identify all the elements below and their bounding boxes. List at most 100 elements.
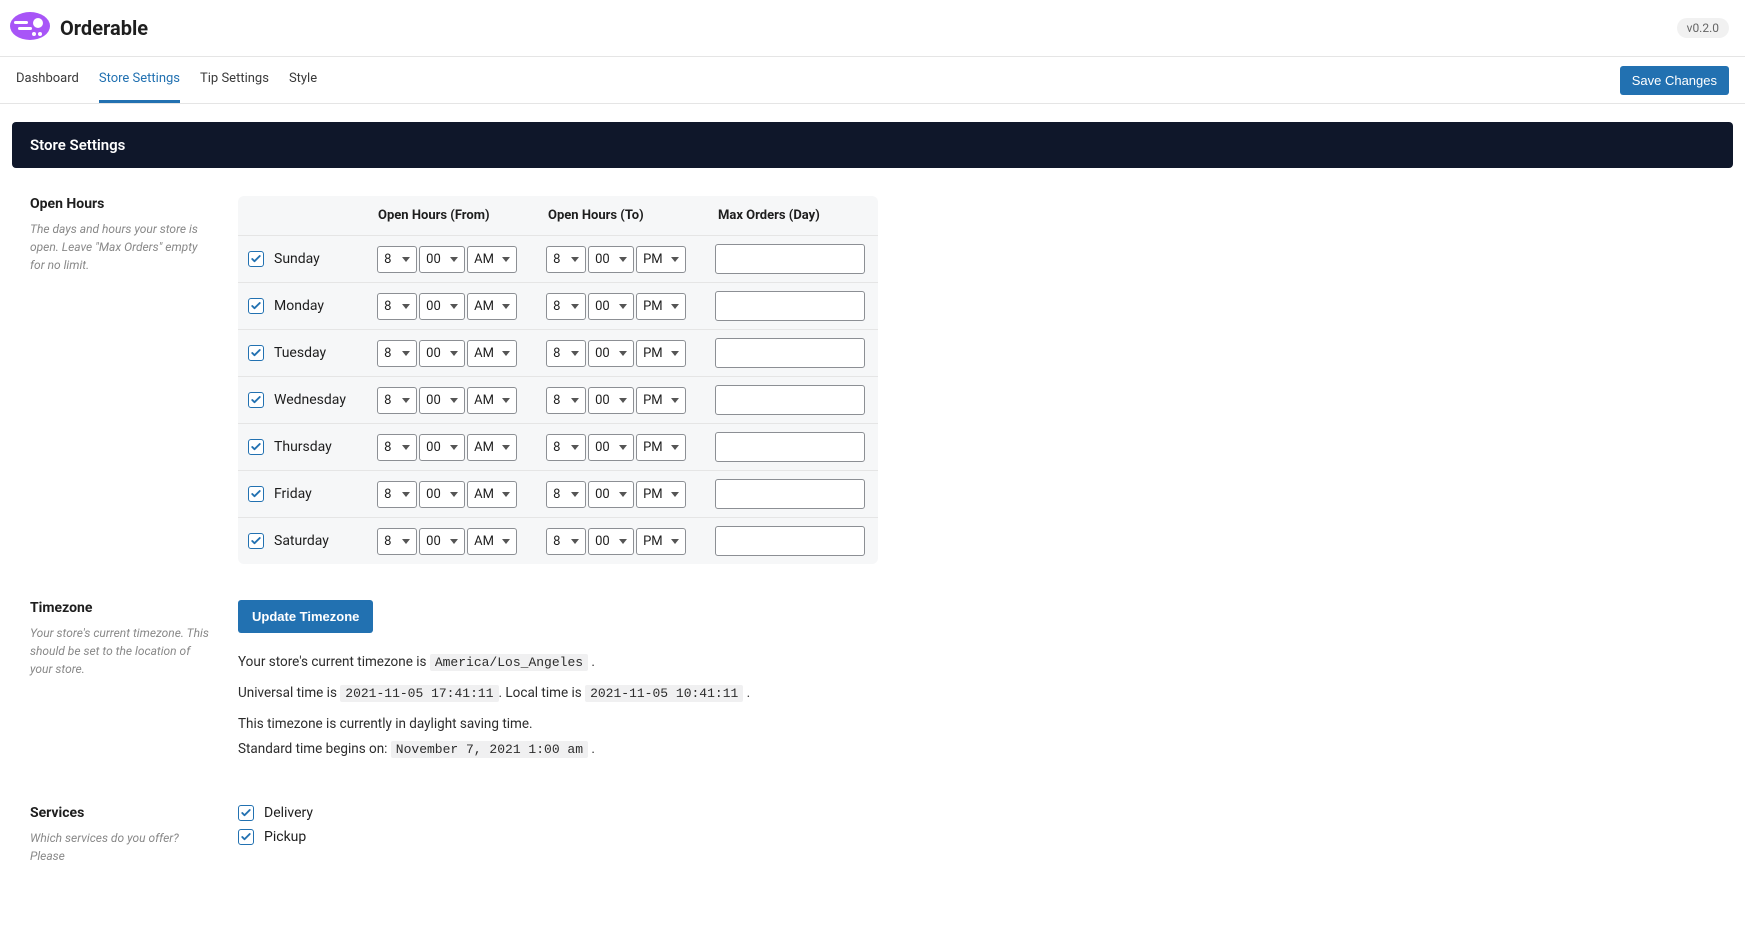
chevron-down-icon: [502, 539, 510, 544]
to-hour-select[interactable]: 8: [546, 481, 586, 508]
to-hour-select[interactable]: 8: [546, 528, 586, 555]
update-timezone-button[interactable]: Update Timezone: [238, 600, 373, 633]
from-minute-select[interactable]: 00: [419, 246, 465, 273]
from-cell: 800 AM: [377, 293, 546, 320]
to-period-select[interactable]: PM: [636, 481, 686, 508]
service-label: Pickup: [264, 829, 306, 845]
select-value: 00: [595, 440, 610, 455]
open-hours-body: Open Hours (From) Open Hours (To) Max Or…: [238, 196, 878, 564]
to-period-select[interactable]: PM: [636, 387, 686, 414]
day-enabled-checkbox[interactable]: [248, 251, 264, 267]
from-period-select[interactable]: AM: [467, 340, 517, 367]
from-hour-select[interactable]: 8: [377, 434, 417, 461]
max-cell: [715, 338, 868, 368]
max-orders-input[interactable]: [715, 432, 865, 462]
section-services: Services Which services do you offer? Pl…: [14, 805, 1731, 865]
max-orders-input[interactable]: [715, 291, 865, 321]
chevron-down-icon: [571, 445, 579, 450]
from-period-select[interactable]: AM: [467, 293, 517, 320]
to-minute-select[interactable]: 00: [588, 387, 634, 414]
service-label: Delivery: [264, 805, 313, 821]
service-checkbox[interactable]: [238, 805, 254, 821]
select-value: AM: [474, 534, 494, 549]
max-orders-input[interactable]: [715, 479, 865, 509]
to-period-select[interactable]: PM: [636, 434, 686, 461]
to-period-select[interactable]: PM: [636, 528, 686, 555]
from-minute-select[interactable]: 00: [419, 293, 465, 320]
from-minute-select[interactable]: 00: [419, 528, 465, 555]
day-label: Friday: [274, 486, 312, 502]
day-enabled-checkbox[interactable]: [248, 533, 264, 549]
chevron-down-icon: [502, 351, 510, 356]
select-value: 8: [384, 252, 391, 267]
service-option-row: Pickup: [238, 829, 878, 845]
to-period-select[interactable]: PM: [636, 340, 686, 367]
from-period-select[interactable]: AM: [467, 246, 517, 273]
top-bar: Orderable v0.2.0: [0, 0, 1745, 57]
chevron-down-icon: [571, 492, 579, 497]
max-orders-input[interactable]: [715, 244, 865, 274]
day-cell: Friday: [248, 486, 377, 502]
select-value: PM: [643, 487, 663, 502]
to-minute-select[interactable]: 00: [588, 246, 634, 273]
from-hour-select[interactable]: 8: [377, 340, 417, 367]
chevron-down-icon: [571, 304, 579, 309]
from-minute-select[interactable]: 00: [419, 387, 465, 414]
day-enabled-checkbox[interactable]: [248, 298, 264, 314]
chevron-down-icon: [619, 492, 627, 497]
day-enabled-checkbox[interactable]: [248, 439, 264, 455]
from-period-select[interactable]: AM: [467, 434, 517, 461]
to-hour-select[interactable]: 8: [546, 246, 586, 273]
day-cell: Saturday: [248, 533, 377, 549]
to-cell: 800PM: [546, 387, 715, 414]
day-enabled-checkbox[interactable]: [248, 345, 264, 361]
tab-store-settings[interactable]: Store Settings: [99, 57, 180, 103]
tab-tip-settings[interactable]: Tip Settings: [200, 57, 269, 103]
to-minute-select[interactable]: 00: [588, 528, 634, 555]
tab-style[interactable]: Style: [289, 57, 317, 103]
to-hour-select[interactable]: 8: [546, 434, 586, 461]
to-hour-select[interactable]: 8: [546, 293, 586, 320]
to-minute-select[interactable]: 00: [588, 434, 634, 461]
chevron-down-icon: [671, 492, 679, 497]
chevron-down-icon: [502, 445, 510, 450]
chevron-down-icon: [671, 304, 679, 309]
from-period-select[interactable]: AM: [467, 481, 517, 508]
from-period-select[interactable]: AM: [467, 528, 517, 555]
from-hour-select[interactable]: 8: [377, 481, 417, 508]
day-label: Wednesday: [274, 392, 346, 408]
to-minute-select[interactable]: 00: [588, 481, 634, 508]
day-enabled-checkbox[interactable]: [248, 392, 264, 408]
max-orders-input[interactable]: [715, 385, 865, 415]
from-hour-select[interactable]: 8: [377, 246, 417, 273]
to-period-select[interactable]: PM: [636, 246, 686, 273]
to-minute-select[interactable]: 00: [588, 293, 634, 320]
service-checkbox[interactable]: [238, 829, 254, 845]
select-value: 8: [553, 252, 560, 267]
from-period-select[interactable]: AM: [467, 387, 517, 414]
from-cell: 800AM: [377, 387, 546, 414]
section-label: Services Which services do you offer? Pl…: [14, 805, 214, 865]
to-cell: 800PM: [546, 293, 715, 320]
max-orders-input[interactable]: [715, 526, 865, 556]
timezone-body: Update Timezone Your store's current tim…: [238, 600, 878, 769]
day-enabled-checkbox[interactable]: [248, 486, 264, 502]
from-minute-select[interactable]: 00: [419, 481, 465, 508]
select-value: AM: [474, 299, 494, 314]
tz-std-code: November 7, 2021 1:00 am: [391, 741, 588, 758]
tab-dashboard[interactable]: Dashboard: [16, 57, 79, 103]
max-orders-input[interactable]: [715, 338, 865, 368]
from-hour-select[interactable]: 8: [377, 293, 417, 320]
to-cell: 800PM: [546, 528, 715, 555]
from-minute-select[interactable]: 00: [419, 340, 465, 367]
from-hour-select[interactable]: 8: [377, 387, 417, 414]
to-period-select[interactable]: PM: [636, 293, 686, 320]
save-changes-button[interactable]: Save Changes: [1620, 66, 1729, 95]
from-hour-select[interactable]: 8: [377, 528, 417, 555]
to-hour-select[interactable]: 8: [546, 340, 586, 367]
select-value: PM: [643, 346, 663, 361]
chevron-down-icon: [402, 539, 410, 544]
from-minute-select[interactable]: 00: [419, 434, 465, 461]
to-minute-select[interactable]: 00: [588, 340, 634, 367]
to-hour-select[interactable]: 8: [546, 387, 586, 414]
